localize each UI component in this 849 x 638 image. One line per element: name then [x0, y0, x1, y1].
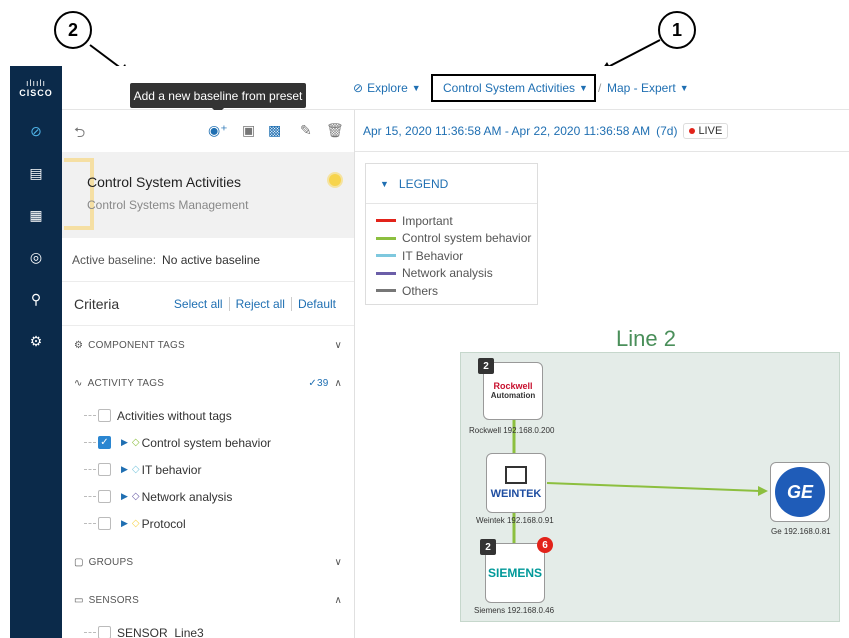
siemens-logo: SIEMENS	[487, 566, 542, 580]
node-weintek[interactable]: WEINTEK	[486, 453, 546, 513]
node-label: Siemens 192.168.0.46	[474, 606, 555, 615]
flow-links	[512, 420, 768, 545]
node-ge[interactable]: GE	[770, 462, 830, 522]
node-label: Weintek 192.168.0.91	[476, 516, 554, 525]
node-label: Rockwell 192.168.0.200	[469, 426, 555, 435]
weintek-logo: WEINTEK	[490, 488, 542, 500]
alert-badge: 6	[537, 537, 553, 553]
hmi-icon	[505, 466, 527, 484]
node-badge: 2	[478, 358, 494, 374]
ge-logo: GE	[775, 467, 825, 517]
node-badge: 2	[480, 539, 496, 555]
rockwell-logo: Rockwell Automation	[490, 381, 536, 400]
node-label: Ge 192.168.0.81	[771, 527, 831, 536]
